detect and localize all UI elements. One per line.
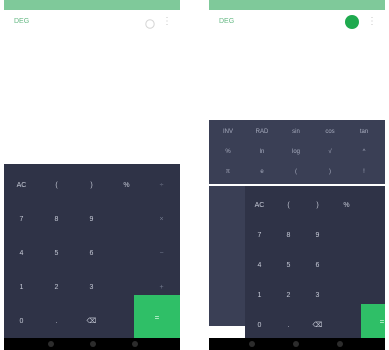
sci-key-INV[interactable]: INV [213, 124, 243, 140]
sci-key-%[interactable]: % [213, 144, 243, 160]
key-blank [332, 310, 361, 340]
key-3[interactable]: 3 [74, 270, 109, 304]
sci-key-![interactable]: ! [349, 164, 379, 180]
sci-key-log[interactable]: log [281, 144, 311, 160]
scientific-row: INV RAD sin cos tan [209, 124, 385, 140]
system-navigation-bar [4, 338, 180, 350]
sci-key-e[interactable]: e [247, 164, 277, 180]
menu-icon[interactable]: ⋮ [162, 16, 172, 27]
calculator-screen-scientific: DEG ⋮ INV RAD sin cos tan% ln log √ ^ π e()! AC()%… [209, 0, 385, 350]
app-bar: DEG ⋮ [4, 10, 180, 36]
key-([interactable]: ( [39, 168, 74, 202]
recents-icon[interactable] [337, 341, 343, 347]
key-4[interactable]: 4 [245, 250, 274, 280]
sci-key-tan[interactable]: tan [349, 124, 379, 140]
key-−[interactable]: − [144, 236, 179, 270]
key-)[interactable]: ) [74, 168, 109, 202]
expression-display [209, 36, 385, 120]
key-AC[interactable]: AC [245, 190, 274, 220]
key-7[interactable]: 7 [245, 220, 274, 250]
key-⌫[interactable]: ⌫ [74, 304, 109, 338]
key-blank [332, 280, 361, 310]
key-blank [332, 220, 361, 250]
keypad: AC()% ÷ 7 8 9 × 4 5 6−1 2 3 +0. ⌫ = [4, 164, 180, 350]
calculator-screen-basic: DEG ⋮ AC()% ÷ 7 8 9 × 4 5 6−1 2 3 +0. ⌫ = [4, 0, 180, 350]
key-8[interactable]: 8 [274, 220, 303, 250]
key-blank [109, 202, 144, 236]
key-6[interactable]: 6 [74, 236, 109, 270]
key-8[interactable]: 8 [39, 202, 74, 236]
key-7[interactable]: 7 [4, 202, 39, 236]
system-navigation-bar [209, 338, 385, 350]
key-1[interactable]: 1 [4, 270, 39, 304]
key-.[interactable]: . [274, 310, 303, 340]
key-5[interactable]: 5 [39, 236, 74, 270]
key-blank [109, 236, 144, 270]
sci-key-([interactable]: ( [281, 164, 311, 180]
expression-display [4, 36, 180, 164]
status-bar [4, 0, 180, 10]
key-1[interactable]: 1 [245, 280, 274, 310]
sci-key-RAD[interactable]: RAD [247, 124, 277, 140]
key-9[interactable]: 9 [74, 202, 109, 236]
scientific-side-panel [209, 186, 245, 326]
key-blank [332, 250, 361, 280]
key-.[interactable]: . [39, 304, 74, 338]
key-2[interactable]: 2 [39, 270, 74, 304]
recents-icon[interactable] [132, 341, 138, 347]
sci-key-π[interactable]: π [213, 164, 243, 180]
home-icon[interactable] [293, 341, 299, 347]
scientific-functions-panel: INV RAD sin cos tan% ln log √ ^ π e()! [209, 120, 385, 184]
history-icon[interactable] [345, 15, 359, 29]
angle-mode-label[interactable]: DEG [219, 18, 234, 25]
angle-mode-label[interactable]: DEG [14, 18, 29, 25]
home-icon[interactable] [90, 341, 96, 347]
key-4[interactable]: 4 [4, 236, 39, 270]
key-3[interactable]: 3 [303, 280, 332, 310]
key-9[interactable]: 9 [303, 220, 332, 250]
sci-key-^[interactable]: ^ [349, 144, 379, 160]
key-÷[interactable]: ÷ [144, 168, 179, 202]
scientific-row: % ln log √ ^ [209, 144, 385, 160]
menu-icon[interactable]: ⋮ [367, 16, 377, 27]
app-bar: DEG ⋮ [209, 10, 385, 36]
history-icon[interactable] [144, 17, 156, 29]
key-2[interactable]: 2 [274, 280, 303, 310]
key-)[interactable]: ) [303, 190, 332, 220]
sci-key-)[interactable]: ) [315, 164, 345, 180]
key-6[interactable]: 6 [303, 250, 332, 280]
equals-button[interactable]: = [361, 304, 385, 338]
key-%[interactable]: % [332, 190, 361, 220]
scientific-row: π e()! [209, 164, 385, 180]
key-⌫[interactable]: ⌫ [303, 310, 332, 340]
key-0[interactable]: 0 [245, 310, 274, 340]
back-icon[interactable] [249, 341, 255, 347]
keypad: AC()% 7 8 9 4 5 6 1 2 3 0. ⌫ = [245, 186, 385, 350]
sci-key-√[interactable]: √ [315, 144, 345, 160]
key-AC[interactable]: AC [4, 168, 39, 202]
sci-key-sin[interactable]: sin [281, 124, 311, 140]
equals-button[interactable]: = [134, 295, 180, 339]
key-([interactable]: ( [274, 190, 303, 220]
sci-key-ln[interactable]: ln [247, 144, 277, 160]
key-0[interactable]: 0 [4, 304, 39, 338]
key-×[interactable]: × [144, 202, 179, 236]
status-bar [209, 0, 385, 10]
key-5[interactable]: 5 [274, 250, 303, 280]
key-%[interactable]: % [109, 168, 144, 202]
back-icon[interactable] [48, 341, 54, 347]
sci-key-cos[interactable]: cos [315, 124, 345, 140]
